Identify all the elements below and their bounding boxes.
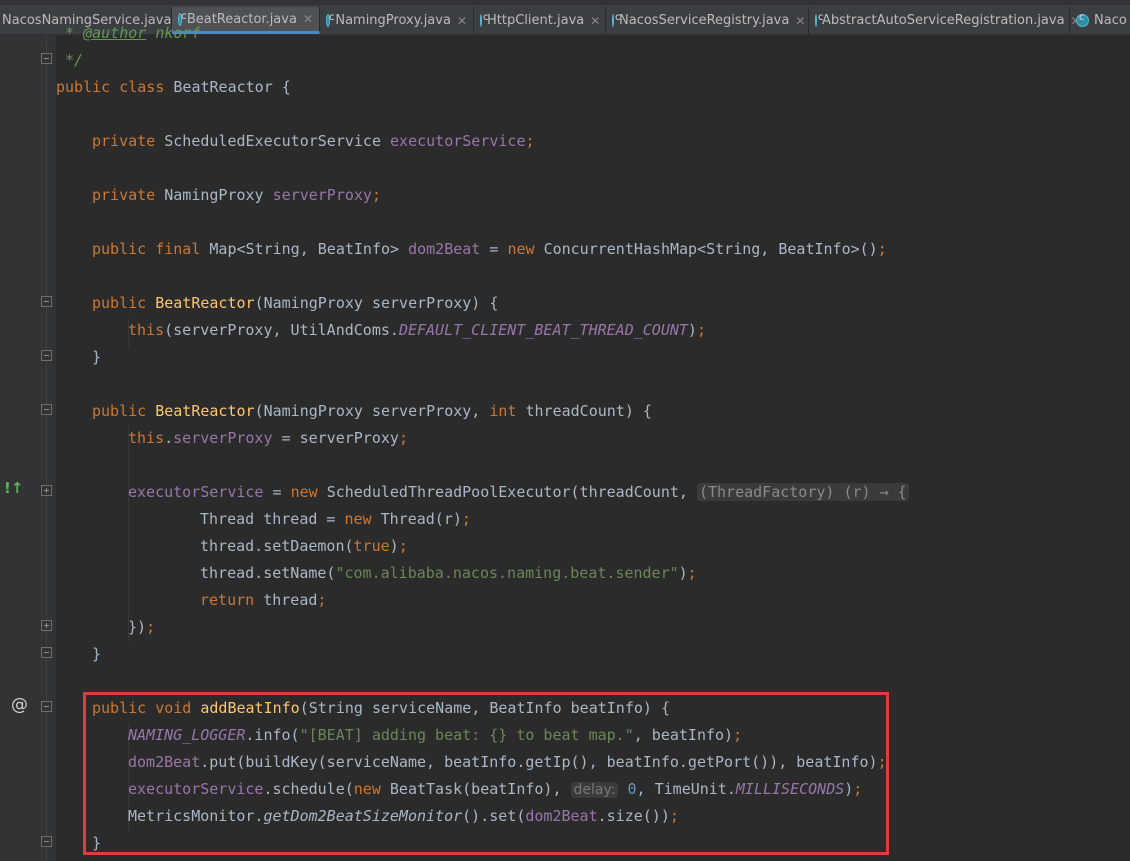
fold-marker[interactable] [41, 647, 52, 658]
keyword: public final [92, 240, 210, 258]
brace: }) [128, 618, 147, 636]
fold-marker-expand[interactable] [41, 620, 52, 631]
semicolon: ; [317, 591, 327, 609]
keyword: this [128, 429, 165, 447]
dot: . [164, 429, 174, 447]
paren: ) [678, 564, 688, 582]
type: Map<String, BeatInfo> [209, 240, 409, 258]
method-name: BeatReactor [155, 294, 255, 312]
keyword: true [353, 537, 390, 555]
brace: } [92, 645, 102, 663]
code-line: this(serverProxy, UtilAndComs.DEFAULT_CL… [128, 317, 706, 344]
semicolon: ; [398, 429, 408, 447]
fold-marker[interactable] [41, 296, 52, 307]
keyword: public [92, 294, 156, 312]
semicolon: ; [687, 564, 697, 582]
fold-marker[interactable] [41, 701, 52, 712]
code-line: } [92, 344, 101, 371]
fold-marker[interactable] [41, 350, 52, 361]
parameters: threadCount) { [525, 402, 652, 420]
arguments: (serverProxy, UtilAndComs. [164, 321, 399, 339]
keyword: private [92, 186, 165, 204]
semicolon: ; [371, 186, 381, 204]
field-name: dom2Beat [408, 240, 481, 258]
highlight-annotation-box [83, 692, 889, 855]
type: NamingProxy [164, 186, 273, 204]
parameters: (NamingProxy serverProxy) { [254, 294, 499, 312]
semicolon: ; [877, 240, 887, 258]
keyword: new [290, 483, 327, 501]
fold-marker-expand[interactable] [41, 485, 52, 496]
constructor-call: Thread(r) [380, 510, 462, 528]
statement: thread.setDaemon( [200, 537, 354, 555]
constructor-call: ConcurrentHashMap<String, BeatInfo>() [543, 240, 878, 258]
fold-marker[interactable] [41, 836, 52, 847]
field-name: executorService [390, 132, 526, 150]
keyword: public class [56, 78, 174, 96]
comment-tag: @author [83, 24, 147, 42]
indent-guide [128, 426, 129, 642]
keyword: this [128, 321, 165, 339]
operator: = [263, 483, 291, 501]
string-literal: "com.alibaba.nacos.naming.beat.sender" [335, 564, 679, 582]
code-line: private ScheduledExecutorService executo… [92, 128, 535, 155]
semicolon: ; [398, 537, 408, 555]
statement: Thread thread = [200, 510, 345, 528]
annotation-at-icon[interactable]: @ [11, 695, 28, 715]
code-line: return thread; [200, 587, 326, 614]
field-name: executorService [128, 483, 264, 501]
fold-marker[interactable] [41, 53, 52, 64]
code-line: }); [128, 614, 155, 641]
paren: ) [389, 537, 399, 555]
constructor-call: ScheduledThreadPoolExecutor(threadCount, [326, 483, 697, 501]
assignment: = serverProxy [272, 429, 399, 447]
keyword: public [92, 402, 156, 420]
class-name: BeatReactor { [173, 78, 291, 96]
keyword: int [489, 402, 526, 420]
code-line: thread.setName("com.alibaba.nacos.naming… [200, 560, 697, 587]
keyword: new [507, 240, 544, 258]
implements-override-icon[interactable]: !↑ [4, 479, 23, 497]
code-line: Thread thread = new Thread(r); [200, 506, 471, 533]
comment-text: * [56, 24, 84, 42]
editor-gutter [0, 35, 56, 861]
operator: = [480, 240, 508, 258]
code-line: public final Map<String, BeatInfo> dom2B… [92, 236, 887, 263]
semicolon: ; [525, 132, 535, 150]
field-name: serverProxy [272, 186, 372, 204]
method-name: BeatReactor [155, 402, 255, 420]
comment-text: nkorf [146, 24, 201, 42]
comment-text: */ [56, 51, 84, 69]
statement: thread.setName( [200, 564, 336, 582]
semicolon: ; [461, 510, 471, 528]
code-line: * @author nkorf [56, 20, 201, 47]
identifier: thread [263, 591, 318, 609]
fold-marker[interactable] [41, 404, 52, 415]
paren: ) [687, 321, 697, 339]
keyword: return [200, 591, 264, 609]
parameters: (NamingProxy serverProxy, [254, 402, 490, 420]
semicolon: ; [146, 618, 156, 636]
lambda-fold-hint[interactable]: (ThreadFactory) (r) → { [696, 483, 909, 501]
code-line: executorService = new ScheduledThreadPoo… [128, 479, 909, 506]
code-line: } [92, 641, 101, 668]
field-name: serverProxy [173, 429, 273, 447]
code-line: */ [56, 47, 83, 74]
type: ScheduledExecutorService [164, 132, 391, 150]
code-line: this.serverProxy = serverProxy; [128, 425, 408, 452]
keyword: private [92, 132, 165, 150]
code-line: private NamingProxy serverProxy; [92, 182, 381, 209]
code-line-class-decl: public class BeatReactor { [56, 74, 291, 101]
code-line-constructor: public BeatReactor(NamingProxy serverPro… [92, 290, 498, 317]
constant: DEFAULT_CLIENT_BEAT_THREAD_COUNT [398, 321, 688, 339]
brace: } [92, 348, 102, 366]
override-marker-text: !↑ [4, 479, 24, 497]
keyword: new [344, 510, 381, 528]
fold-guide-line [46, 35, 47, 861]
semicolon: ; [696, 321, 706, 339]
code-line: thread.setDaemon(true); [200, 533, 408, 560]
code-line-constructor: public BeatReactor(NamingProxy serverPro… [92, 398, 652, 425]
at-marker-text: @ [11, 695, 28, 715]
